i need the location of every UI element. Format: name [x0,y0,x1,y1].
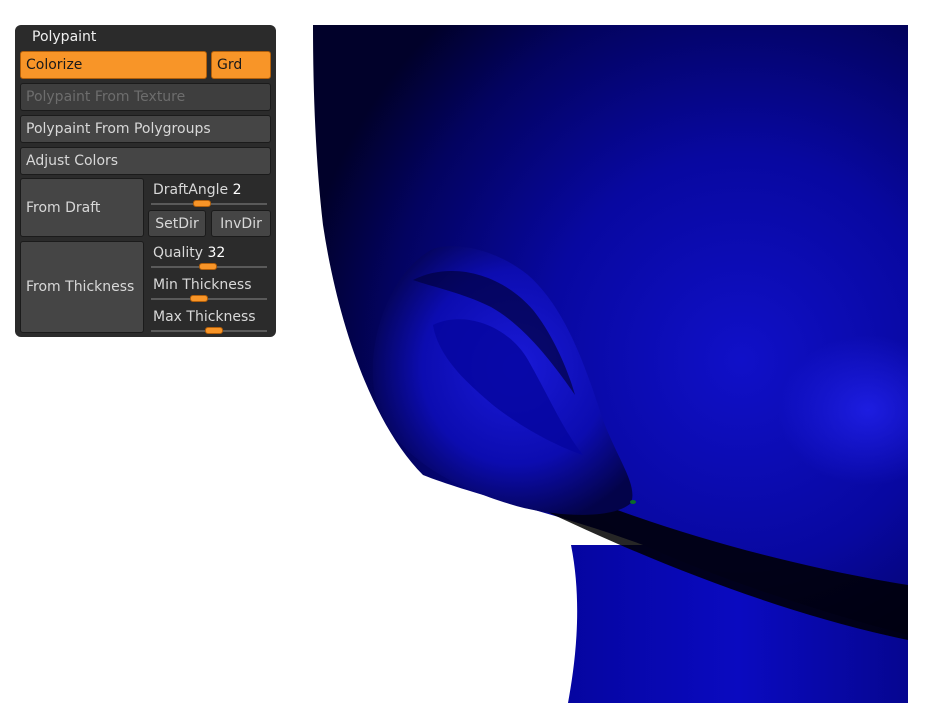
quality-label: Quality 32 [153,245,226,261]
min-thickness-track [151,298,267,300]
max-thickness-label: Max Thickness [153,309,256,325]
setdir-button[interactable]: SetDir [148,210,206,237]
max-thickness-slider[interactable]: Max Thickness [149,308,271,334]
min-thickness-slider[interactable]: Min Thickness [149,276,271,302]
draft-angle-value: 2 [232,182,242,198]
grd-button[interactable]: Grd [211,51,271,79]
invdir-button[interactable]: InvDir [211,210,271,237]
polypaint-from-polygroups-button[interactable]: Polypaint From Polygroups [20,115,271,143]
min-thickness-label: Min Thickness [153,277,252,293]
quality-knob[interactable] [199,263,217,270]
vertex-marker [630,500,636,504]
draft-angle-label: DraftAngle 2 [153,182,242,198]
polypaint-panel: Polypaint Colorize Grd Polypaint From Te… [15,25,276,337]
min-thickness-knob[interactable] [190,295,208,302]
from-thickness-button[interactable]: From Thickness [20,241,144,333]
quality-slider[interactable]: Quality 32 [149,244,271,270]
3d-viewport[interactable] [313,25,908,703]
max-thickness-knob[interactable] [205,327,223,334]
quality-value: 32 [207,245,226,261]
panel-title[interactable]: Polypaint [15,25,276,49]
polypaint-from-texture-button[interactable]: Polypaint From Texture [20,83,271,111]
adjust-colors-button[interactable]: Adjust Colors [20,147,271,175]
colorize-button[interactable]: Colorize [20,51,207,79]
draft-angle-slider[interactable]: DraftAngle 2 [149,181,271,207]
from-draft-button[interactable]: From Draft [20,178,144,237]
model-render [313,25,908,703]
draft-angle-knob[interactable] [193,200,211,207]
